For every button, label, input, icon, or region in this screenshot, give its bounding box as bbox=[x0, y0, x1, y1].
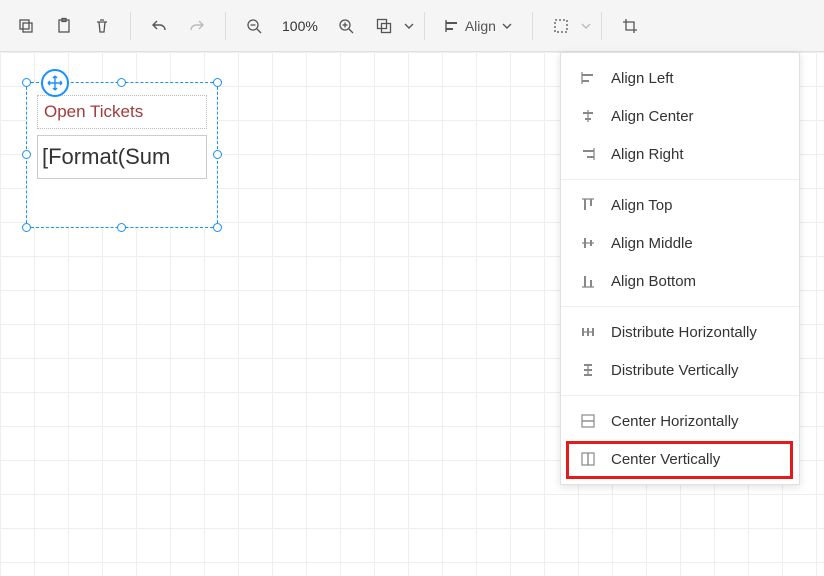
align-center-item[interactable]: Align Center bbox=[561, 97, 799, 135]
resize-handle-mr[interactable] bbox=[213, 150, 222, 159]
align-bottom-icon bbox=[579, 272, 597, 290]
toolbar-separator bbox=[424, 12, 425, 40]
align-middle-icon bbox=[579, 234, 597, 252]
align-center-icon bbox=[579, 107, 597, 125]
dd-label: Distribute Horizontally bbox=[611, 324, 757, 341]
dd-label: Align Top bbox=[611, 197, 672, 214]
canvas[interactable]: Open Tickets [Format(Sum Align Left Alig… bbox=[0, 52, 824, 576]
delete-button[interactable] bbox=[84, 8, 120, 44]
align-label: Align bbox=[465, 18, 496, 34]
align-left-icon bbox=[445, 19, 459, 33]
align-middle-item[interactable]: Align Middle bbox=[561, 224, 799, 262]
dd-label: Align Left bbox=[611, 70, 674, 87]
zoom-level[interactable]: 100% bbox=[274, 18, 326, 34]
move-handle-icon[interactable] bbox=[41, 69, 69, 97]
toolbar-separator bbox=[601, 12, 602, 40]
tickets-label[interactable]: Open Tickets bbox=[37, 95, 207, 129]
dropdown-separator bbox=[561, 395, 799, 396]
dd-label: Align Center bbox=[611, 108, 694, 125]
resize-handle-bl[interactable] bbox=[22, 223, 31, 232]
align-dropdown-menu: Align Left Align Center Align Right Alig… bbox=[560, 52, 800, 485]
copy-button[interactable] bbox=[8, 8, 44, 44]
chevron-down-icon bbox=[404, 21, 414, 31]
chevron-down-icon bbox=[502, 21, 512, 31]
dd-label: Align Bottom bbox=[611, 273, 696, 290]
selected-element[interactable]: Open Tickets [Format(Sum bbox=[26, 82, 218, 228]
align-bottom-item[interactable]: Align Bottom bbox=[561, 262, 799, 300]
align-dropdown-button[interactable]: Align bbox=[435, 8, 522, 44]
distribute-vertical-icon bbox=[579, 361, 597, 379]
distribute-vertically-item[interactable]: Distribute Vertically bbox=[561, 351, 799, 389]
undo-button[interactable] bbox=[141, 8, 177, 44]
resize-handle-br[interactable] bbox=[213, 223, 222, 232]
dropdown-separator bbox=[561, 179, 799, 180]
dd-label: Center Horizontally bbox=[611, 413, 739, 430]
align-left-icon bbox=[579, 69, 597, 87]
resize-handle-ml[interactable] bbox=[22, 150, 31, 159]
resize-handle-tl[interactable] bbox=[22, 78, 31, 87]
dd-label: Align Right bbox=[611, 146, 684, 163]
zoom-in-button[interactable] bbox=[328, 8, 364, 44]
center-horizontal-icon bbox=[579, 412, 597, 430]
zoom-out-button[interactable] bbox=[236, 8, 272, 44]
redo-button[interactable] bbox=[179, 8, 215, 44]
dropdown-separator bbox=[561, 306, 799, 307]
format-expression[interactable]: [Format(Sum bbox=[37, 135, 207, 179]
toolbar: 100% Align bbox=[0, 0, 824, 52]
crop-button[interactable] bbox=[612, 8, 648, 44]
dd-label: Center Vertically bbox=[611, 451, 720, 468]
align-left-item[interactable]: Align Left bbox=[561, 59, 799, 97]
chevron-down-icon bbox=[581, 21, 591, 31]
toolbar-separator bbox=[225, 12, 226, 40]
align-top-icon bbox=[579, 196, 597, 214]
fit-dropdown[interactable] bbox=[366, 8, 414, 44]
distribute-horizontally-item[interactable]: Distribute Horizontally bbox=[561, 313, 799, 351]
center-vertical-icon bbox=[579, 450, 597, 468]
select-dropdown[interactable] bbox=[543, 8, 591, 44]
align-right-item[interactable]: Align Right bbox=[561, 135, 799, 173]
align-right-icon bbox=[579, 145, 597, 163]
resize-handle-bm[interactable] bbox=[117, 223, 126, 232]
align-top-item[interactable]: Align Top bbox=[561, 186, 799, 224]
center-horizontally-item[interactable]: Center Horizontally bbox=[561, 402, 799, 440]
toolbar-separator bbox=[532, 12, 533, 40]
center-vertically-item[interactable]: Center Vertically bbox=[561, 440, 799, 478]
toolbar-separator bbox=[130, 12, 131, 40]
resize-handle-tr[interactable] bbox=[213, 78, 222, 87]
distribute-horizontal-icon bbox=[579, 323, 597, 341]
paste-button[interactable] bbox=[46, 8, 82, 44]
resize-handle-tm[interactable] bbox=[117, 78, 126, 87]
dd-label: Align Middle bbox=[611, 235, 693, 252]
dd-label: Distribute Vertically bbox=[611, 362, 739, 379]
